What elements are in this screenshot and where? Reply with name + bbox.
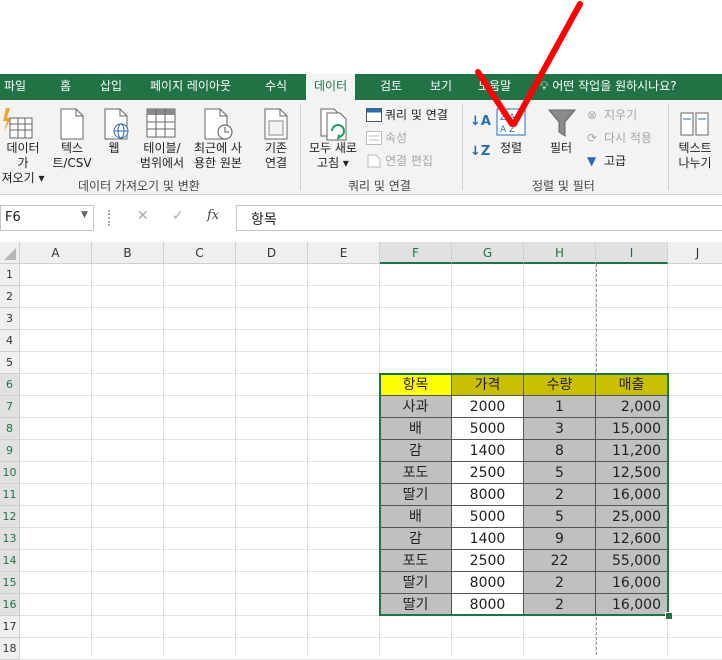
ribbon-separator (300, 104, 301, 190)
refresh-all-button[interactable]: 모두 새로 고침 ▾ (304, 141, 362, 171)
get-data-button[interactable]: 데이터 가 져오기 ▾ (0, 141, 46, 186)
column-gridline (163, 264, 164, 655)
row-header-10[interactable]: 10 (0, 462, 20, 484)
column-header-D[interactable]: D (236, 242, 308, 264)
formula-input[interactable]: 항목 (236, 205, 722, 231)
tab-data[interactable]: 데이터 (306, 74, 356, 100)
tab-review[interactable]: 검토 (380, 74, 402, 100)
advanced-button[interactable]: 고급 (604, 153, 626, 169)
enter-icon[interactable]: ✓ (172, 208, 184, 224)
edit-links-icon (367, 154, 381, 168)
web-icon (104, 108, 129, 140)
column-gridline (91, 264, 92, 655)
red-arrow-annotation (475, 1, 583, 127)
web-button[interactable]: 웹 (100, 141, 128, 156)
row-gridline (20, 351, 722, 352)
tab-formulas[interactable]: 수식 (265, 74, 287, 100)
queries-connections-button[interactable]: 쿼리 및 연결 (385, 107, 448, 123)
column-header-I[interactable]: I (596, 242, 668, 264)
chevron-down-icon[interactable]: ▼ (81, 210, 88, 220)
tab-page-layout[interactable]: 페이지 레이아웃 (150, 74, 231, 100)
cancel-icon[interactable]: ✕ (137, 208, 149, 224)
row-header-5[interactable]: 5 (0, 352, 20, 374)
filter-button[interactable]: 필터 (544, 141, 578, 156)
formula-bar-grip (108, 210, 112, 226)
existing-connections-button[interactable]: 기존 연결 (256, 141, 296, 171)
get-data-icon (3, 108, 33, 139)
row-header-17[interactable]: 17 (0, 616, 20, 638)
text-to-columns-button[interactable]: 텍스트 나누기 (672, 141, 718, 171)
group-label-get-transform: 데이터 가져오기 및 변환 (78, 179, 200, 193)
from-table-button[interactable]: 테이블/ 범위에서 (136, 141, 188, 171)
row-header-9[interactable]: 9 (0, 440, 20, 462)
column-header-B[interactable]: B (92, 242, 164, 264)
row-header-16[interactable]: 16 (0, 594, 20, 616)
advanced-filter-icon: ▼ (587, 154, 597, 168)
column-header-F[interactable]: F (380, 242, 452, 264)
row-gridline (20, 637, 722, 638)
row-header-18[interactable]: 18 (0, 638, 20, 660)
select-all-corner[interactable] (0, 242, 20, 264)
text-to-columns-icon (680, 112, 709, 136)
ribbon-separator (668, 104, 669, 190)
row-header-3[interactable]: 3 (0, 308, 20, 330)
sort-descending-icon[interactable]: ↓Z (470, 144, 490, 160)
row-header-11[interactable]: 11 (0, 484, 20, 506)
queries-connections-icon (366, 108, 382, 122)
row-gridline (20, 285, 722, 286)
row-header-7[interactable]: 7 (0, 396, 20, 418)
existing-connections-icon (264, 108, 288, 140)
formula-bar: F6 ▼ ✕ ✓ fx 항목 (0, 200, 722, 236)
recent-sources-icon (204, 108, 233, 140)
tab-view[interactable]: 보기 (430, 74, 452, 100)
column-header-J[interactable]: J (668, 242, 722, 264)
row-header-12[interactable]: 12 (0, 506, 20, 528)
text-csv-button[interactable]: 텍스 트/CSV (50, 141, 94, 171)
text-file-icon (60, 108, 84, 140)
table-range-icon (146, 108, 176, 138)
column-header-G[interactable]: G (452, 242, 524, 264)
row-header-1[interactable]: 1 (0, 264, 20, 286)
column-header-E[interactable]: E (308, 242, 380, 264)
column-header-C[interactable]: C (164, 242, 236, 264)
selection-border (379, 373, 669, 616)
tab-home[interactable]: 홈 (60, 74, 71, 100)
row-header-8[interactable]: 8 (0, 418, 20, 440)
tab-insert[interactable]: 삽입 (100, 74, 122, 100)
properties-icon (366, 131, 382, 145)
ribbon-separator (462, 104, 463, 190)
properties-button[interactable]: 속성 (385, 130, 407, 146)
insert-function-icon[interactable]: fx (207, 208, 219, 223)
ribbon-tab-bar: 파일 홈 삽입 페이지 레이아웃 수식 데이터 검토 보기 도움말 💡︎ 어떤 … (0, 74, 722, 100)
row-header-6[interactable]: 6 (0, 374, 20, 396)
group-label-sort-filter: 정렬 및 필터 (532, 179, 595, 193)
row-header-4[interactable]: 4 (0, 330, 20, 352)
row-header-13[interactable]: 13 (0, 528, 20, 550)
recent-sources-button[interactable]: 최근에 사 용한 원본 (190, 141, 246, 171)
column-header-H[interactable]: H (524, 242, 596, 264)
row-header-2[interactable]: 2 (0, 286, 20, 308)
sort-button[interactable]: 정렬 (494, 141, 528, 156)
fill-handle[interactable] (665, 612, 673, 620)
row-header-15[interactable]: 15 (0, 572, 20, 594)
edit-links-button[interactable]: 연결 편집 (385, 153, 433, 169)
row-gridline (20, 307, 722, 308)
tab-file[interactable]: 파일 (4, 74, 26, 100)
group-label-queries: 쿼리 및 연결 (348, 179, 411, 193)
clear-button[interactable]: 지우기 (604, 107, 637, 123)
column-gridline (235, 264, 236, 655)
row-gridline (20, 329, 722, 330)
column-header-A[interactable]: A (20, 242, 92, 264)
row-header-14[interactable]: 14 (0, 550, 20, 572)
column-gridline (307, 264, 308, 655)
reapply-button[interactable]: 다시 적용 (604, 130, 652, 146)
refresh-all-icon (320, 108, 347, 141)
name-box[interactable]: F6 ▼ (0, 205, 94, 231)
